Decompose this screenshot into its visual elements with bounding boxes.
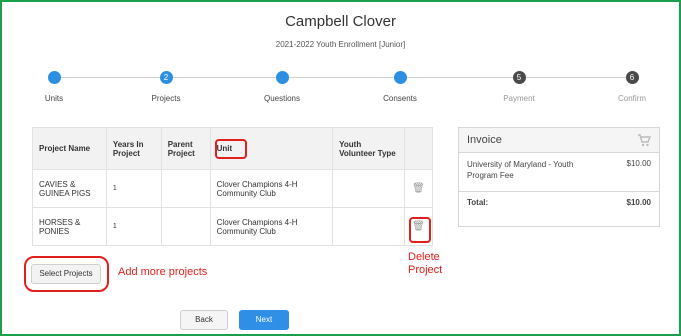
step-marker: 6 xyxy=(625,71,639,84)
cell-volunteer-type xyxy=(332,207,405,246)
step-questions[interactable]: Questions xyxy=(252,71,312,103)
invoice-item-amount: $10.00 xyxy=(626,159,651,168)
select-projects-highlight xyxy=(24,256,109,292)
next-button[interactable]: Next xyxy=(239,310,289,330)
back-button[interactable]: Back xyxy=(180,310,228,330)
table-row: HORSES & PONIES 1 Clover Champions 4-H C… xyxy=(32,207,433,246)
step-consents[interactable]: Consents xyxy=(370,71,430,103)
cell-years: 1 xyxy=(105,207,162,246)
col-youth-volunteer-type: Youth Volunteer Type xyxy=(332,127,405,170)
trash-icon[interactable]: 🗑 xyxy=(412,183,425,194)
step-projects[interactable]: 2 Projects xyxy=(136,71,196,103)
add-more-projects-note: Add more projects xyxy=(118,266,208,278)
step-marker xyxy=(275,71,289,84)
step-marker: 2 xyxy=(159,71,173,84)
cell-unit: Clover Champions 4-H Community Club xyxy=(209,207,334,246)
invoice-total-amount: $10.00 xyxy=(626,198,651,207)
step-label: Questions xyxy=(263,94,301,103)
cell-unit: Clover Champions 4-H Community Club xyxy=(209,169,334,208)
invoice-title: Invoice xyxy=(467,134,502,146)
delete-project-note: Delete Project xyxy=(408,251,443,276)
table-row: CAVIES & GUINEA PIGS 1 Clover Champions … xyxy=(32,169,433,208)
page-title: Campbell Clover xyxy=(285,13,396,30)
invoice-line-item: University of Maryland - Youth Program F… xyxy=(459,153,659,187)
unit-header-highlight xyxy=(215,139,247,159)
invoice-total-label: Total: xyxy=(467,198,489,207)
col-parent-project: Parent Project xyxy=(160,127,211,170)
step-label: Units xyxy=(44,94,64,103)
col-project-name: Project Name xyxy=(32,127,107,170)
cell-project-name: CAVIES & GUINEA PIGS xyxy=(32,169,107,208)
step-units[interactable]: Units xyxy=(24,71,84,103)
step-marker: 5 xyxy=(512,71,526,84)
col-years-in-project: Years In Project xyxy=(105,127,162,170)
cell-years: 1 xyxy=(105,169,162,208)
cell-project-name: HORSES & PONIES xyxy=(32,207,107,246)
cell-volunteer-type xyxy=(332,169,405,208)
step-marker xyxy=(47,71,61,84)
invoice-header: Invoice xyxy=(459,128,659,153)
invoice-panel: Invoice University of Maryland - Youth P… xyxy=(458,127,660,227)
cart-icon xyxy=(638,134,651,147)
cell-parent xyxy=(160,207,211,246)
step-label: Projects xyxy=(151,94,181,103)
step-marker xyxy=(393,71,407,84)
cell-actions: 🗑 xyxy=(404,169,433,208)
cell-parent xyxy=(160,169,211,208)
invoice-total-row: Total: $10.00 xyxy=(459,192,659,213)
step-payment: 5 Payment xyxy=(489,71,549,103)
page-subtitle: 2021-2022 Youth Enrollment [Junior] xyxy=(275,40,406,49)
col-actions xyxy=(404,127,433,170)
step-confirm: 6 Confirm xyxy=(602,71,662,103)
step-label: Consents xyxy=(383,94,417,103)
invoice-item-description: University of Maryland - Youth Program F… xyxy=(467,160,574,180)
delete-icon-highlight xyxy=(409,217,431,243)
step-label: Payment xyxy=(503,94,535,103)
step-label: Confirm xyxy=(617,94,646,103)
